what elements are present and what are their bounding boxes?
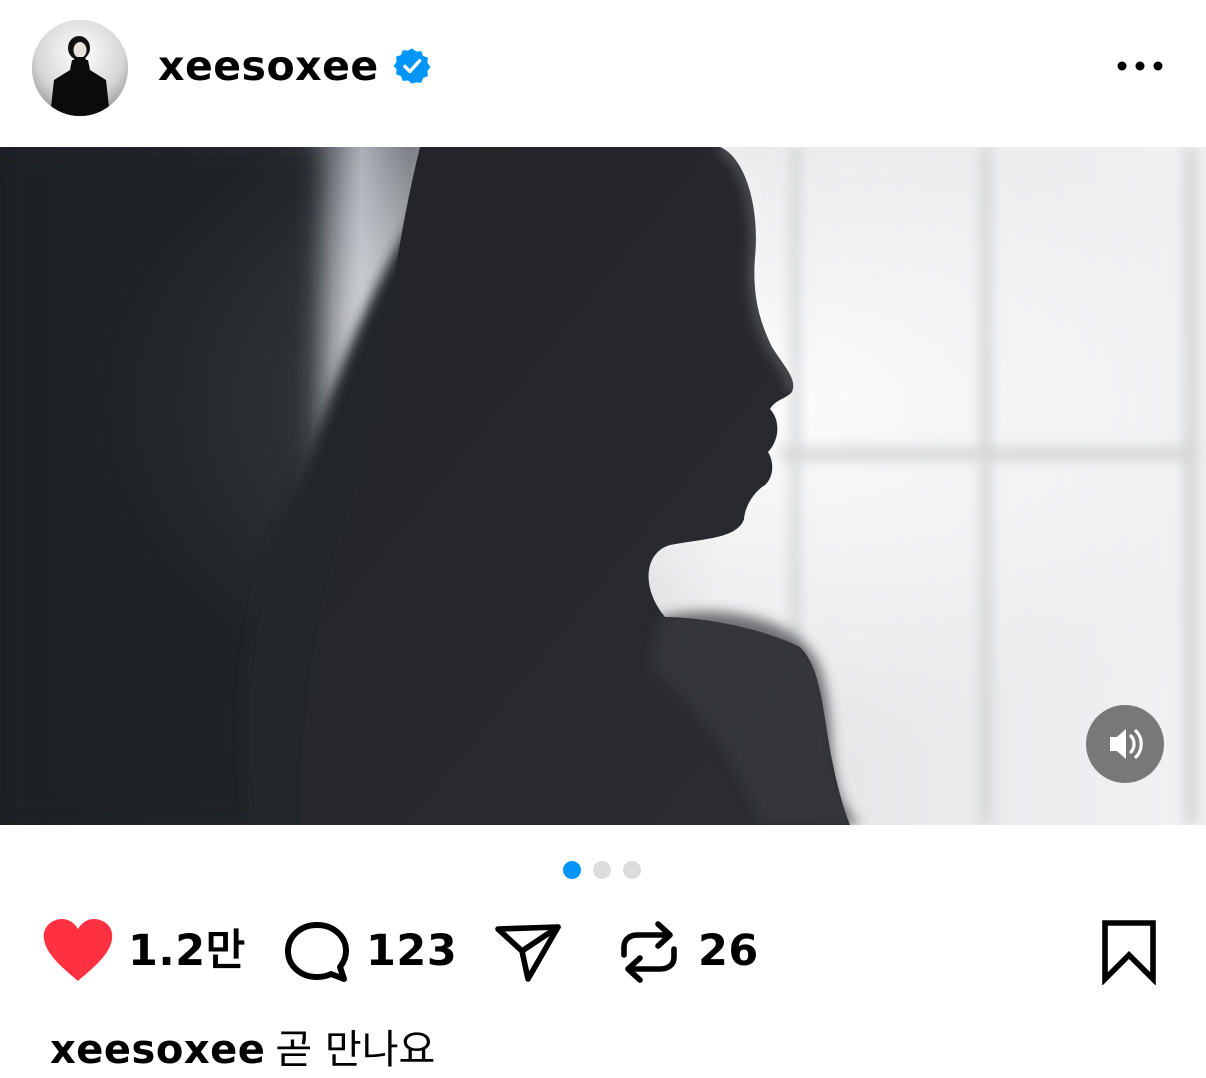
heart-filled-icon[interactable] [42,919,114,983]
carousel-dot-2 [593,861,611,879]
comment-count[interactable]: 123 [366,905,457,997]
share-send-icon[interactable] [494,921,564,983]
post-media-video[interactable] [0,147,1206,825]
caption-username[interactable]: xeesoxee [50,1027,265,1073]
carousel-indicator [563,861,645,879]
repost-icon[interactable] [618,917,680,987]
post-caption: xeesoxee 곧 만나요 [50,1022,435,1078]
bookmark-icon[interactable] [1100,919,1158,985]
speaker-on-icon [1110,729,1143,759]
caption-text: 곧 만나요 [275,1027,436,1073]
profile-avatar[interactable] [32,20,128,116]
video-frame [0,147,1206,825]
comment-bubble-icon[interactable] [284,921,350,983]
post-header: xeesoxee [0,0,1206,146]
sound-toggle-button[interactable] [1086,705,1164,783]
carousel-dot-3 [623,861,641,879]
verified-badge-icon [393,48,431,84]
avatar-image [32,20,128,116]
repost-count[interactable]: 26 [698,905,759,997]
carousel-dot-1 [563,861,581,879]
post-username[interactable]: xeesoxee [158,40,379,92]
like-count[interactable]: 1.2만 [128,905,246,997]
action-bar: 1.2만 123 26 [0,905,1206,997]
more-options-icon[interactable] [1110,48,1170,84]
